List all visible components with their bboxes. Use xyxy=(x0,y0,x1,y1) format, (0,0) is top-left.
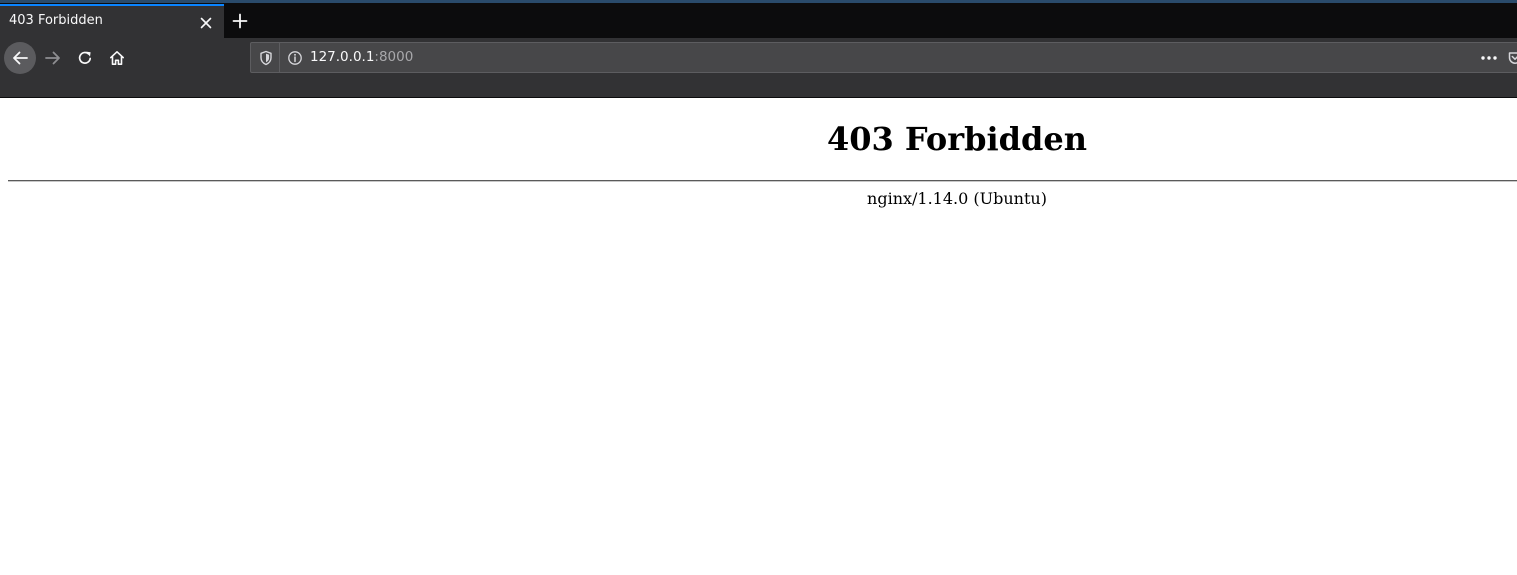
info-icon[interactable] xyxy=(287,50,303,66)
more-icon[interactable] xyxy=(1479,50,1499,66)
page-content: 403 Forbidden nginx/1.14.0 (Ubuntu) xyxy=(0,98,1517,575)
arrow-left-icon[interactable] xyxy=(4,42,36,74)
shield-icon[interactable] xyxy=(258,50,274,66)
plus-icon[interactable] xyxy=(229,10,251,32)
pocket-icon[interactable] xyxy=(1507,50,1517,66)
url-bar-separator xyxy=(279,43,280,72)
tab-active[interactable]: 403 Forbidden xyxy=(0,4,224,38)
url-text[interactable]: 127.0.0.1:8000 xyxy=(310,49,413,65)
reload-icon[interactable] xyxy=(69,42,101,74)
window-top-accent xyxy=(0,0,1517,3)
tab-active-indicator xyxy=(0,4,224,6)
nav-bar: 127.0.0.1:8000 xyxy=(0,38,1517,98)
server-signature: nginx/1.14.0 (Ubuntu) xyxy=(867,189,1047,208)
close-icon[interactable] xyxy=(197,14,215,32)
url-port: :8000 xyxy=(374,49,414,65)
tab-strip: 403 Forbidden xyxy=(0,0,1517,38)
url-bar[interactable]: 127.0.0.1:8000 xyxy=(250,42,1517,73)
page-title: 403 Forbidden xyxy=(826,120,1087,158)
home-icon[interactable] xyxy=(101,42,133,74)
browser-window: 403 Forbidden 127.0.0.1:8000 403 Forbidd… xyxy=(0,0,1517,575)
tab-title: 403 Forbidden xyxy=(9,13,103,28)
url-host: 127.0.0.1 xyxy=(310,49,375,65)
divider xyxy=(8,180,1517,182)
arrow-right-icon[interactable] xyxy=(37,42,69,74)
